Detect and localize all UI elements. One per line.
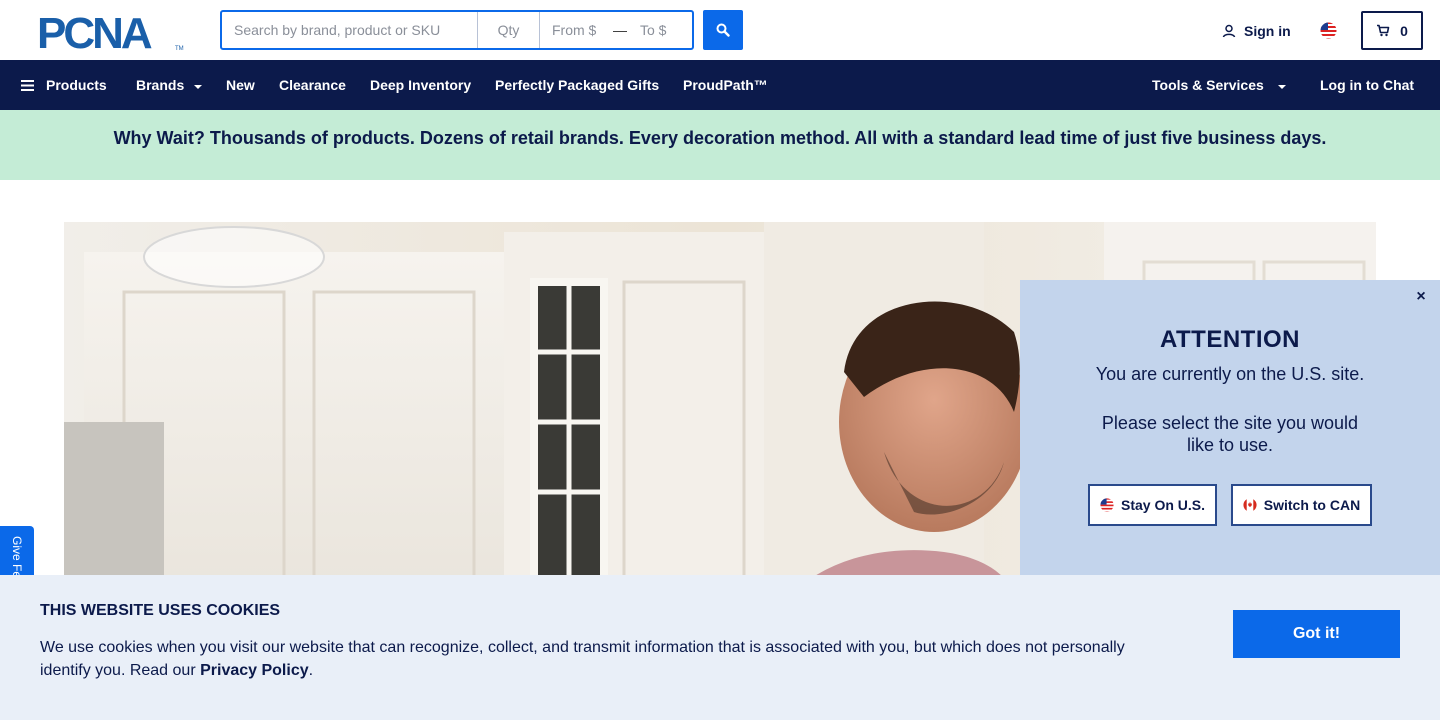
price-from-input[interactable]: From $ [540,12,606,48]
price-range-dash: — [613,22,627,38]
nav-deep-inventory-label: Deep Inventory [370,77,472,93]
nav-proudpath[interactable]: ProudPath™ [683,60,768,110]
top-header: PCNA TM Search by brand, product or SKU … [0,0,1440,60]
us-flag-icon [1100,498,1114,512]
cart-count: 0 [1400,22,1408,39]
logo-text: PCNA [37,12,152,52]
promo-banner: Why Wait? Thousands of products. Dozens … [0,110,1440,180]
switch-can-button[interactable]: Switch to CAN [1231,484,1372,526]
modal-instruction-text: Please select the site you would like to… [1101,413,1359,455]
qty-input[interactable]: Qty [478,12,540,48]
search-bar: Search by brand, product or SKU Qty From… [220,10,694,50]
price-to-placeholder: To $ [640,22,667,38]
user-icon [1222,24,1236,38]
nav-products-label: Products [46,77,107,93]
cart-button[interactable]: 0 [1361,11,1423,50]
pcna-logo[interactable]: PCNA TM [37,12,184,52]
chevron-down-icon [1277,84,1286,89]
nav-new[interactable]: New [226,60,255,110]
nav-deep-inventory[interactable]: Deep Inventory [370,60,471,110]
chevron-down-icon [194,84,203,89]
stay-us-button[interactable]: Stay On U.S. [1088,484,1217,526]
hamburger-icon [21,79,34,91]
nav-products[interactable]: Products [21,60,107,110]
site-selector-modal: × ATTENTION You are currently on the U.S… [1020,280,1440,580]
us-flag-icon[interactable] [1320,22,1337,39]
qty-placeholder: Qty [497,22,520,38]
main-nav: Products Brands New Clearance Deep Inven… [0,60,1440,110]
nav-proudpath-label: ProudPath™ [683,77,768,93]
close-icon[interactable]: × [1412,288,1430,306]
svg-text:TM: TM [175,46,184,52]
search-input[interactable]: Search by brand, product or SKU [222,12,478,48]
nav-tools-services[interactable]: Tools & Services [1152,60,1286,110]
sign-in-label: Sign in [1244,23,1291,39]
nav-gifts-label: Perfectly Packaged Gifts [495,77,660,93]
privacy-policy-link[interactable]: Privacy Policy [200,662,309,679]
search-icon [716,23,730,37]
nav-chat-login[interactable]: Log in to Chat [1320,60,1414,110]
nav-clearance-label: Clearance [279,77,346,93]
nav-new-label: New [226,77,255,93]
canada-flag-icon [1243,498,1257,512]
nav-gifts[interactable]: Perfectly Packaged Gifts [495,60,659,110]
nav-tools-label: Tools & Services [1152,77,1264,93]
nav-chat-label: Log in to Chat [1320,77,1415,93]
nav-clearance[interactable]: Clearance [279,60,346,110]
nav-brands[interactable]: Brands [136,60,203,110]
cart-icon [1377,24,1390,37]
search-placeholder: Search by brand, product or SKU [234,22,441,38]
price-to-input[interactable]: To $ [634,12,692,48]
nav-brands-label: Brands [136,77,185,93]
price-from-placeholder: From $ [552,22,597,38]
cookie-text: We use cookies when you visit our websit… [40,636,1160,682]
promo-text: Why Wait? Thousands of products. Dozens … [113,127,1327,148]
cookie-banner: THIS WEBSITE USES COOKIES We use cookies… [0,575,1440,720]
cookie-title: THIS WEBSITE USES COOKIES [40,602,281,619]
stay-us-label: Stay On U.S. [1120,497,1206,513]
cookie-period: . [308,662,314,679]
switch-can-label: Switch to CAN [1263,497,1361,513]
sign-in-link[interactable]: Sign in [1222,20,1291,42]
accept-cookies-button[interactable]: Got it! [1233,610,1400,658]
modal-title: ATTENTION [1159,326,1301,353]
search-button[interactable] [703,10,743,50]
modal-current-site-text: You are currently on the U.S. site. [1095,364,1365,384]
